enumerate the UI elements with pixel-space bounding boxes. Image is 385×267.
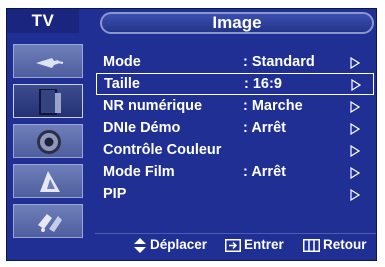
arrow-right-icon xyxy=(350,167,360,179)
menu-item-label: DNIe Démo xyxy=(103,120,181,136)
picture-icon xyxy=(39,89,61,115)
footer-hints: Déplacer Entrer Retour xyxy=(112,234,376,256)
menu-item-pip[interactable]: PIP xyxy=(96,184,374,206)
menu-item-value: : Standard xyxy=(243,54,315,70)
antenna-icon xyxy=(36,58,64,68)
menu-title: Image xyxy=(100,12,374,34)
menu-item-label: Mode Film xyxy=(103,164,175,180)
menu-item-dnie-demo[interactable]: DNIe Démo : Arrêt xyxy=(96,118,374,140)
arrow-right-icon xyxy=(350,101,360,113)
menu-return-icon xyxy=(303,239,320,252)
sidebar xyxy=(7,34,91,260)
up-down-arrows-icon xyxy=(134,238,146,253)
return-hint: Retour xyxy=(323,237,367,252)
menu-item-value: : Arrêt xyxy=(243,164,286,180)
sidebar-item-picture[interactable] xyxy=(13,84,83,118)
menu-item-label: NR numérique xyxy=(103,98,203,114)
arrow-right-icon xyxy=(350,145,360,157)
osd-menu-panel: TV Image Mode: Standard Taille: 16:9 N… xyxy=(6,8,377,261)
menu-item-value: : 16:9 xyxy=(244,76,282,92)
menu-item-size[interactable]: Taille : 16:9 xyxy=(96,73,374,95)
sidebar-item-setup[interactable] xyxy=(13,204,83,238)
menu-item-film-mode[interactable]: Mode Film : Arrêt xyxy=(96,162,374,184)
menu-item-label: Mode xyxy=(103,54,141,70)
menu-item-label: PIP xyxy=(103,186,127,202)
arrow-right-icon xyxy=(351,79,361,91)
enter-hint: Entrer xyxy=(244,237,284,252)
menu-item-label: Taille xyxy=(104,76,140,92)
sidebar-item-sound[interactable] xyxy=(13,124,83,158)
menu-item-mode[interactable]: Mode : Standard xyxy=(96,52,374,74)
sidebar-item-input[interactable] xyxy=(13,44,83,78)
menu-item-value: : Marche xyxy=(243,98,303,114)
sidebar-item-channel[interactable] xyxy=(13,164,83,198)
menu-item-color-control[interactable]: Contrôle Couleur xyxy=(96,140,374,162)
speaker-icon xyxy=(37,130,61,154)
arrow-right-icon xyxy=(350,57,360,69)
setup-icon xyxy=(38,214,62,232)
enter-icon xyxy=(225,239,241,252)
menu-item-label: Contrôle Couleur xyxy=(103,142,222,158)
arrow-right-icon xyxy=(350,123,360,135)
menu-item-value: : Arrêt xyxy=(243,120,286,136)
tv-label: TV xyxy=(7,9,79,33)
move-hint: Déplacer xyxy=(150,237,208,252)
clock-icon xyxy=(40,171,60,192)
menu-item-digital-nr[interactable]: NR numérique : Marche xyxy=(96,96,374,118)
arrow-right-icon xyxy=(350,189,360,201)
